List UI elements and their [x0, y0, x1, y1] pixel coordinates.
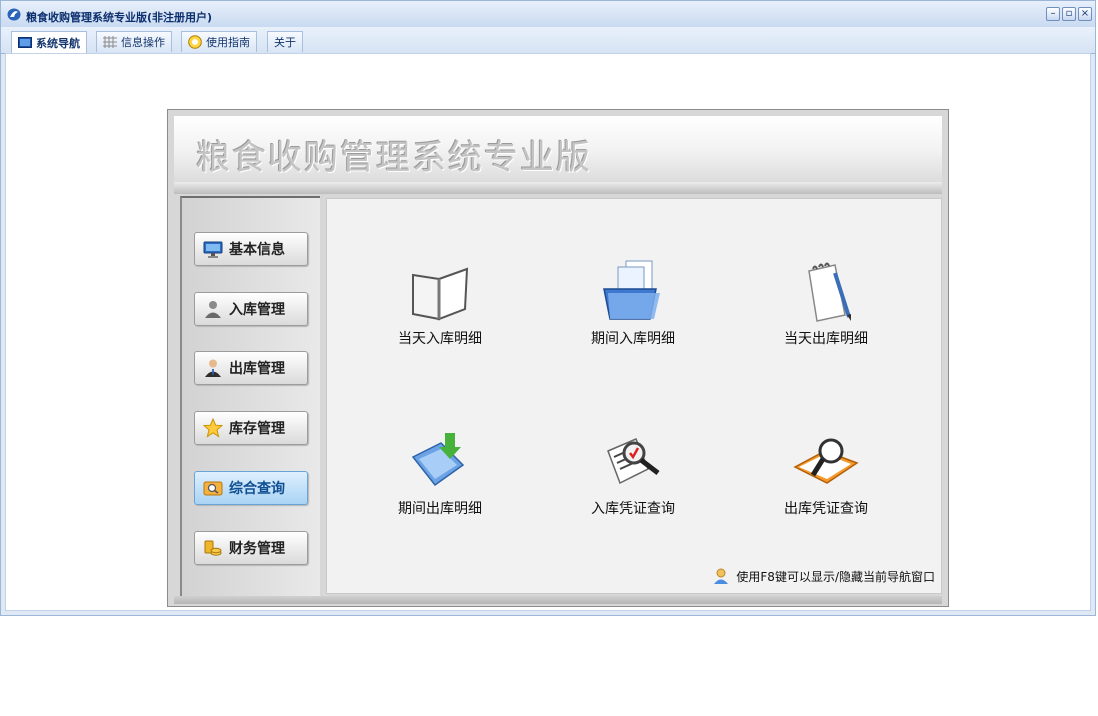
item-label: 当天入库明细: [398, 331, 482, 347]
banner: 粮食收购管理系统专业版: [174, 116, 942, 182]
minimize-button[interactable]: –: [1046, 7, 1060, 21]
sidebar-item-label: 入库管理: [229, 302, 285, 318]
window-title: 粮食收购管理系统专业版(非注册用户): [26, 11, 213, 24]
download-docs-icon: [411, 433, 465, 487]
window-controls: – ▫ ×: [1046, 7, 1092, 21]
daily-outbound-detail-item[interactable]: 当天出库明细: [751, 259, 901, 348]
sidebar: 基本信息 入库管理 出库管理 库存管理 综合查询 财务管理: [180, 196, 320, 596]
notepad-pen-icon: [808, 262, 851, 322]
folder-docs-icon: [603, 260, 660, 320]
tab-info-operations[interactable]: 信息操作: [96, 31, 172, 52]
sidebar-item-comprehensive-query[interactable]: 综合查询: [194, 471, 308, 505]
main-panel: 当天入库明细 期间入库明细 当天出库明细 期间出库明细 入库凭证查询 出库凭证查…: [326, 198, 942, 594]
restore-button[interactable]: ▫: [1062, 7, 1076, 21]
daily-inbound-detail-item[interactable]: 当天入库明细: [365, 259, 515, 348]
title-bar: 粮食收购管理系统专业版(非注册用户) – ▫ ×: [1, 1, 1095, 28]
user-icon: [205, 301, 221, 318]
item-label: 出库凭证查询: [784, 501, 868, 517]
user-hint-icon: [714, 568, 729, 584]
period-inbound-detail-item[interactable]: 期间入库明细: [558, 259, 708, 348]
tab-system-navigation[interactable]: 系统导航: [11, 31, 87, 53]
book-magnifier-icon: [793, 438, 859, 484]
user-tie-icon: [205, 359, 221, 377]
sidebar-item-outbound[interactable]: 出库管理: [194, 351, 308, 385]
monitor-icon: [18, 36, 32, 48]
f8-hint: 使用F8键可以显示/隐藏当前导航窗口: [712, 567, 935, 585]
banner-title: 粮食收购管理系统专业版: [196, 138, 592, 178]
grid-icon: [103, 36, 117, 48]
coins-icon: [204, 540, 222, 556]
tab-label: 关于: [274, 36, 296, 49]
close-button[interactable]: ×: [1078, 7, 1092, 21]
sidebar-item-label: 基本信息: [229, 242, 285, 258]
sidebar-item-label: 财务管理: [229, 541, 285, 557]
sidebar-item-inventory[interactable]: 库存管理: [194, 411, 308, 445]
sidebar-item-label: 综合查询: [229, 481, 285, 497]
outbound-voucher-query-item[interactable]: 出库凭证查询: [751, 429, 901, 518]
item-label: 入库凭证查询: [591, 501, 675, 517]
hint-text: 使用F8键可以显示/隐藏当前导航窗口: [736, 569, 935, 584]
navigation-panel: 粮食收购管理系统专业版 基本信息 入库管理 出库管理 库存管理 综合查询 财务管…: [167, 109, 949, 607]
item-label: 当天出库明细: [784, 331, 868, 347]
item-label: 期间出库明细: [398, 501, 482, 517]
tab-label: 使用指南: [206, 36, 250, 49]
tab-user-guide[interactable]: 使用指南: [181, 31, 257, 52]
sidebar-item-finance[interactable]: 财务管理: [194, 531, 308, 565]
monitor-icon: [203, 241, 223, 258]
panel-bottom-strip: [174, 596, 942, 604]
notebook-icon: [412, 267, 469, 321]
tab-strip: 系统导航 信息操作 使用指南 关于: [1, 27, 1095, 54]
document-magnifier-icon: [607, 438, 660, 485]
period-outbound-detail-item[interactable]: 期间出库明细: [365, 429, 515, 518]
sidebar-item-label: 库存管理: [229, 421, 285, 437]
sidebar-item-basic-info[interactable]: 基本信息: [194, 232, 308, 266]
star-icon: [203, 418, 223, 438]
tab-label: 信息操作: [121, 36, 165, 49]
tab-label: 系统导航: [36, 36, 80, 50]
sidebar-item-label: 出库管理: [229, 361, 285, 377]
help-icon: [188, 35, 202, 49]
banner-divider: [174, 182, 942, 194]
item-label: 期间入库明细: [591, 331, 675, 347]
app-logo-icon: [7, 8, 21, 21]
sidebar-item-inbound[interactable]: 入库管理: [194, 292, 308, 326]
tab-about[interactable]: 关于: [267, 31, 303, 52]
search-folder-icon: [203, 481, 223, 496]
inbound-voucher-query-item[interactable]: 入库凭证查询: [558, 429, 708, 518]
